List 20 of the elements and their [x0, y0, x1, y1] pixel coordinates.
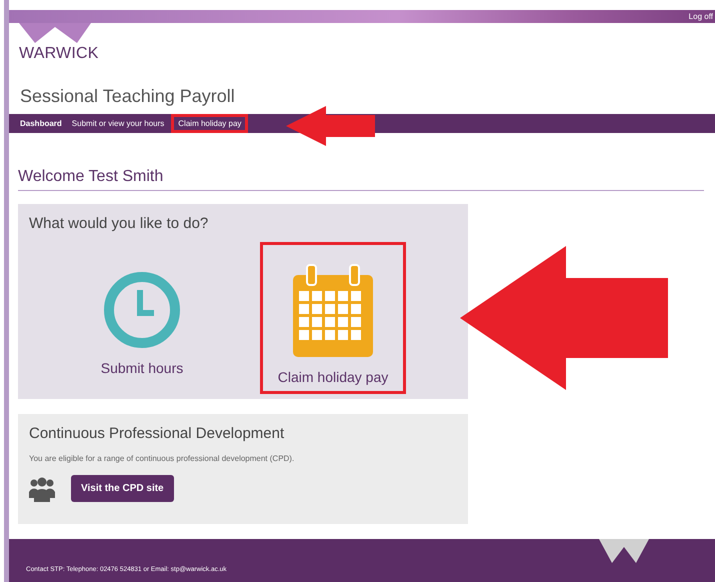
- logo-chevron-icon: [19, 23, 91, 43]
- clock-icon: [102, 270, 182, 350]
- nav-link[interactable]: Claim holiday pay: [174, 117, 246, 130]
- logo-wordmark: WARWICK: [19, 45, 100, 63]
- action-tile[interactable]: Submit hours: [69, 242, 215, 394]
- action-tile[interactable]: Claim holiday pay: [260, 242, 406, 394]
- site-title: Sessional Teaching Payroll: [19, 85, 236, 108]
- people-group-icon: [29, 476, 55, 502]
- cpd-site-button[interactable]: Visit the CPD site: [71, 475, 174, 502]
- logoff-link[interactable]: Log off: [688, 12, 713, 21]
- nav-link[interactable]: Dashboard: [20, 117, 68, 130]
- nav-link[interactable]: Submit or view your hours: [72, 117, 170, 130]
- calendar-icon: [291, 263, 375, 359]
- cpd-description: You are eligible for a range of continuous professional development (CPD).: [29, 454, 296, 463]
- card-heading: What would you like to do?: [29, 215, 210, 232]
- footer-chevron-icon: [599, 539, 649, 563]
- action-label: Claim holiday pay: [278, 369, 388, 385]
- action-label: Submit hours: [100, 360, 184, 376]
- welcome-heading: Welcome Test Smith: [18, 168, 704, 191]
- card-heading: Continuous Professional Development: [29, 425, 286, 442]
